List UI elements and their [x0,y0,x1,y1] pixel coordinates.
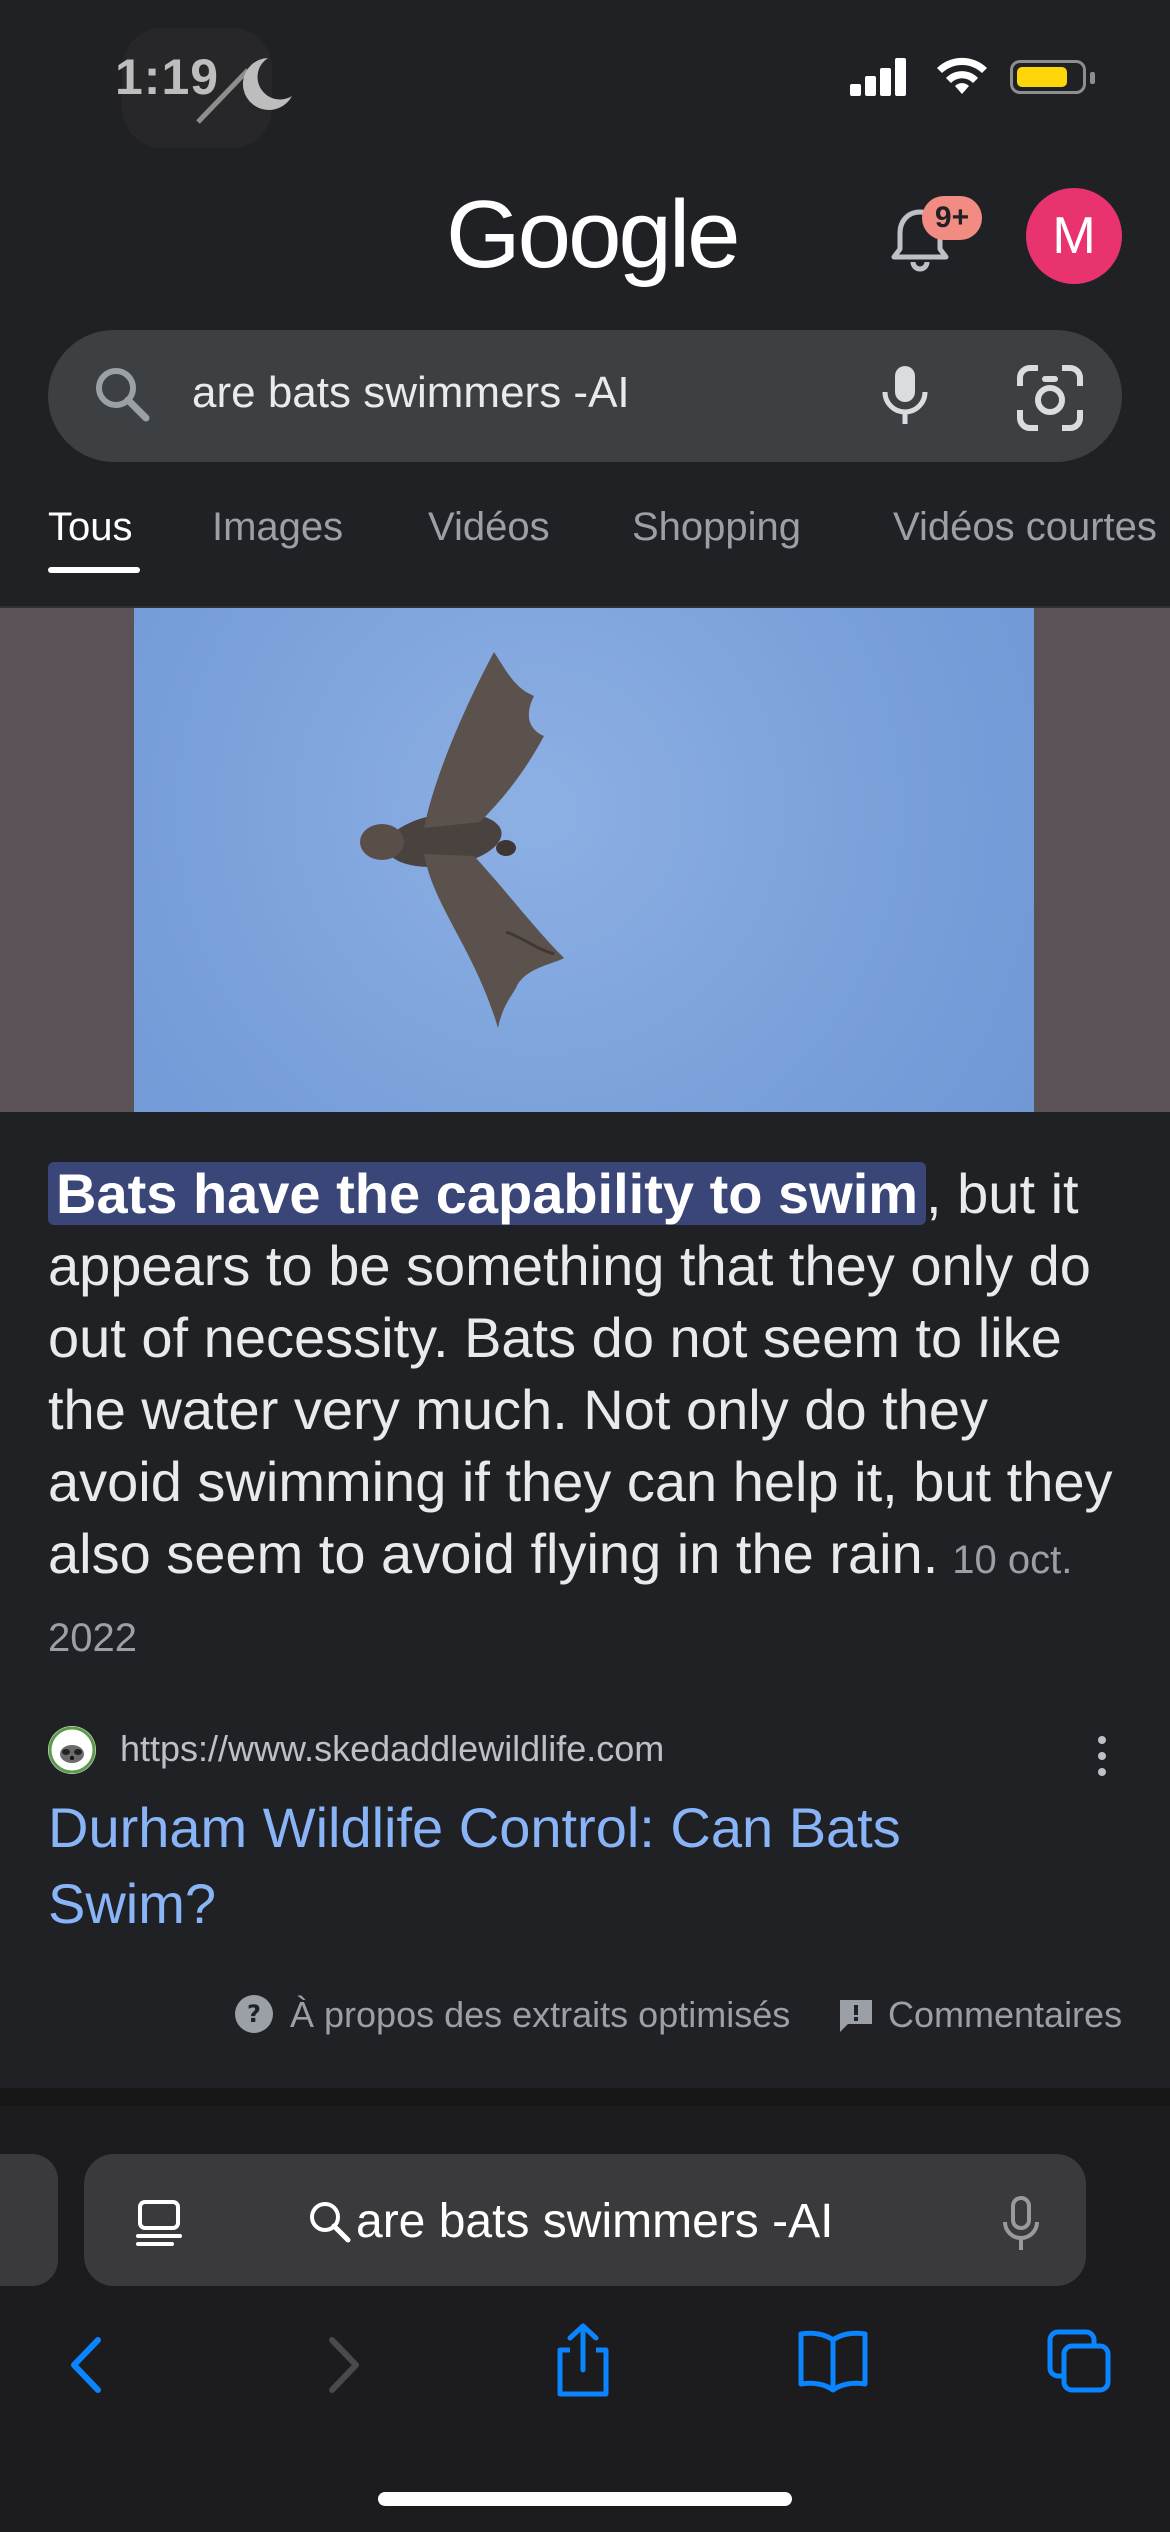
feedback-link[interactable]: Commentaires [888,1994,1122,2036]
address-search-icon [310,2202,351,2243]
result-image[interactable] [134,608,1034,1112]
bookmarks-icon[interactable] [796,2326,870,2396]
snippet-body: , but it appears to be something that th… [48,1162,1113,1585]
notification-badge: 9+ [922,196,982,240]
status-indicators [850,52,1095,102]
mic-icon[interactable] [870,360,940,430]
tab-videos-courtes[interactable]: Vidéos courtes [893,505,1157,550]
lens-icon[interactable] [1012,360,1088,436]
tab-images[interactable]: Images [212,505,343,550]
source-url[interactable]: https://www.skedaddlewildlife.com [120,1728,664,1770]
address-field[interactable]: are bats swimmers -AI [356,2194,833,2249]
snippet-highlight: Bats have the capability to swim [48,1162,927,1225]
home-indicator [378,2492,792,2506]
more-options-icon[interactable] [1090,1734,1114,1778]
account-avatar[interactable]: M [1026,188,1122,284]
site-favicon [48,1726,96,1774]
tab-videos[interactable]: Vidéos [428,505,550,550]
active-tab-indicator [48,567,140,573]
battery-level [1017,67,1067,87]
svg-text:?: ? [247,2000,261,2028]
tabs-icon[interactable] [1044,2326,1114,2396]
page-menu-icon[interactable] [132,2196,186,2250]
address-mic-icon[interactable] [996,2194,1046,2254]
feedback-icon[interactable] [836,1996,876,2034]
tab-tous[interactable]: Tous [48,505,133,550]
moon-icon [196,58,292,124]
about-snippets-link[interactable]: À propos des extraits optimisés [290,1994,790,2036]
featured-snippet-text: Bats have the capability to swim, but it… [48,1158,1128,1674]
google-logo[interactable]: Google [446,180,741,290]
tab-shopping[interactable]: Shopping [632,505,801,550]
back-icon[interactable] [54,2330,124,2400]
battery-cap [1090,72,1095,84]
battery-icon [1010,60,1086,94]
share-icon[interactable] [548,2320,618,2400]
signal-icon [850,52,910,102]
search-icon [96,368,150,422]
forward-icon[interactable] [306,2330,376,2400]
previous-tab-preview[interactable] [0,2154,58,2286]
search-input[interactable]: are bats swimmers -AI [192,368,630,418]
result-title-link[interactable]: Durham Wildlife Control: Can Bats Swim? [48,1790,1048,1942]
wifi-icon [937,57,987,94]
bat-illustration [360,652,564,1028]
help-icon[interactable]: ? [234,1994,274,2034]
card-separator [0,2088,1170,2106]
raccoon-icon [48,1726,96,1774]
